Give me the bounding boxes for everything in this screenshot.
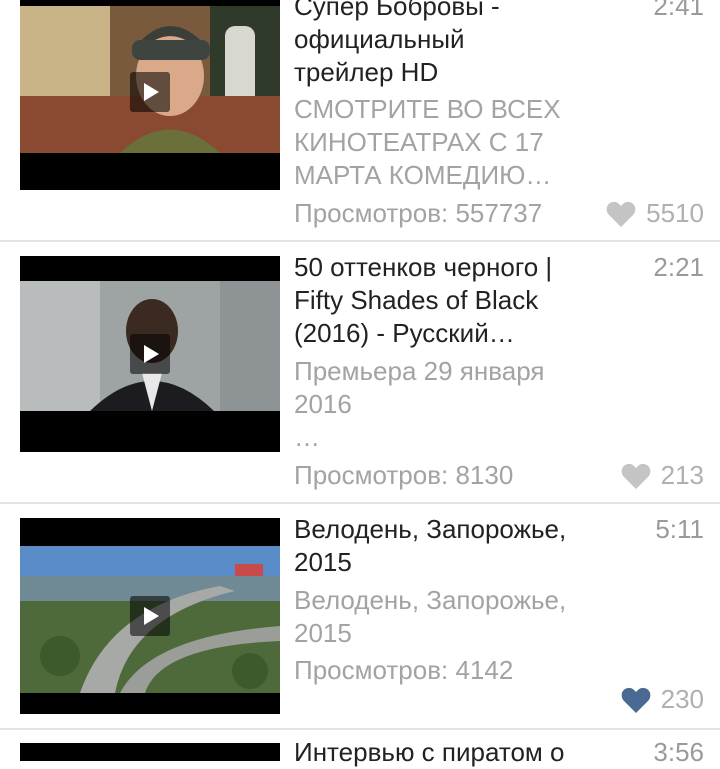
video-description: Велодень, Запорожье, 2015 (294, 585, 567, 648)
view-count: Просмотров: 8130 (294, 460, 514, 490)
video-duration: 5:11 (655, 514, 704, 544)
video-duration: 2:21 (653, 252, 704, 282)
video-description: Премьера 29 января 2016 … (294, 356, 545, 452)
like-count: 230 (660, 684, 704, 714)
like-button[interactable]: 230 (621, 683, 704, 716)
like-count: 213 (660, 460, 704, 490)
play-button[interactable] (130, 334, 170, 374)
video-duration: 3:56 (653, 737, 704, 767)
like-button[interactable]: 5510 (606, 197, 704, 230)
video-title[interactable]: Велодень, Запорожье, 2015 (294, 513, 624, 579)
video-thumbnail[interactable] (20, 256, 280, 452)
video-title[interactable]: 50 оттенков черного | Fifty Shades of Bl… (294, 251, 624, 350)
play-button[interactable] (130, 596, 170, 636)
like-button[interactable]: 213 (621, 459, 704, 492)
video-title[interactable]: Супер Бобровы - официальный трейлер HD (294, 0, 624, 89)
view-count: Просмотров: 4142 (294, 655, 514, 685)
divider (0, 240, 720, 242)
divider (0, 728, 720, 730)
heart-icon (606, 201, 636, 227)
video-description: СМОТРИТЕ ВО ВСЕХ КИНОТЕАТРАХ С 17 МАРТА … (294, 94, 561, 190)
video-thumbnail[interactable] (20, 518, 280, 714)
like-count: 5510 (646, 198, 704, 228)
heart-icon (621, 687, 650, 713)
video-thumbnail[interactable] (20, 743, 280, 761)
heart-icon (621, 463, 650, 489)
video-title[interactable]: Интервью с пиратом о (294, 736, 624, 769)
video-thumbnail[interactable] (20, 0, 280, 190)
video-duration: 2:41 (653, 0, 704, 21)
divider (0, 502, 720, 504)
play-button[interactable] (130, 72, 170, 112)
view-count: Просмотров: 557737 (294, 198, 543, 228)
